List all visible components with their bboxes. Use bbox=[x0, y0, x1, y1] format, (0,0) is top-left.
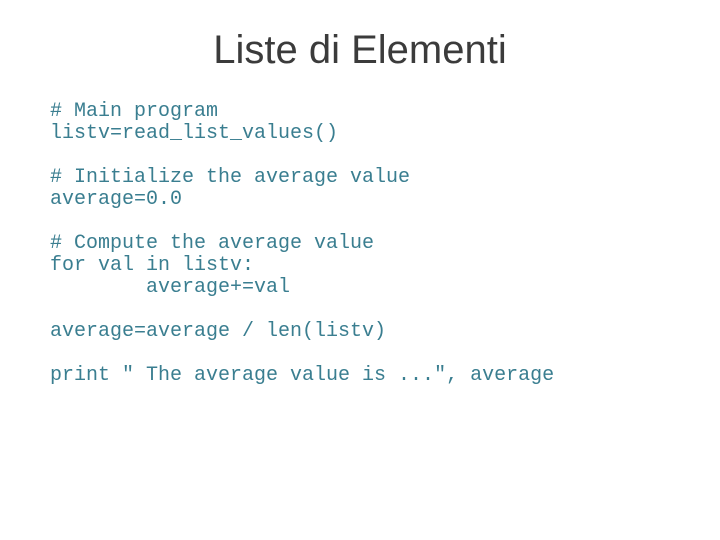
code-line: average+=val bbox=[50, 277, 670, 299]
code-line: average=average / len(listv) bbox=[50, 321, 670, 343]
code-line: average=0.0 bbox=[50, 189, 670, 211]
code-group-main: # Main program listv=read_list_values() bbox=[50, 101, 670, 145]
code-line: # Main program bbox=[50, 101, 670, 123]
code-line: print " The average value is ...", avera… bbox=[50, 365, 670, 387]
code-group-divide: average=average / len(listv) bbox=[50, 321, 670, 343]
code-group-init: # Initialize the average value average=0… bbox=[50, 167, 670, 211]
code-line: # Compute the average value bbox=[50, 233, 670, 255]
slide: Liste di Elementi # Main program listv=r… bbox=[0, 0, 720, 540]
code-line: listv=read_list_values() bbox=[50, 123, 670, 145]
code-group-print: print " The average value is ...", avera… bbox=[50, 365, 670, 387]
code-line: # Initialize the average value bbox=[50, 167, 670, 189]
code-group-compute: # Compute the average value for val in l… bbox=[50, 233, 670, 299]
code-line: for val in listv: bbox=[50, 255, 670, 277]
slide-title: Liste di Elementi bbox=[50, 28, 670, 73]
